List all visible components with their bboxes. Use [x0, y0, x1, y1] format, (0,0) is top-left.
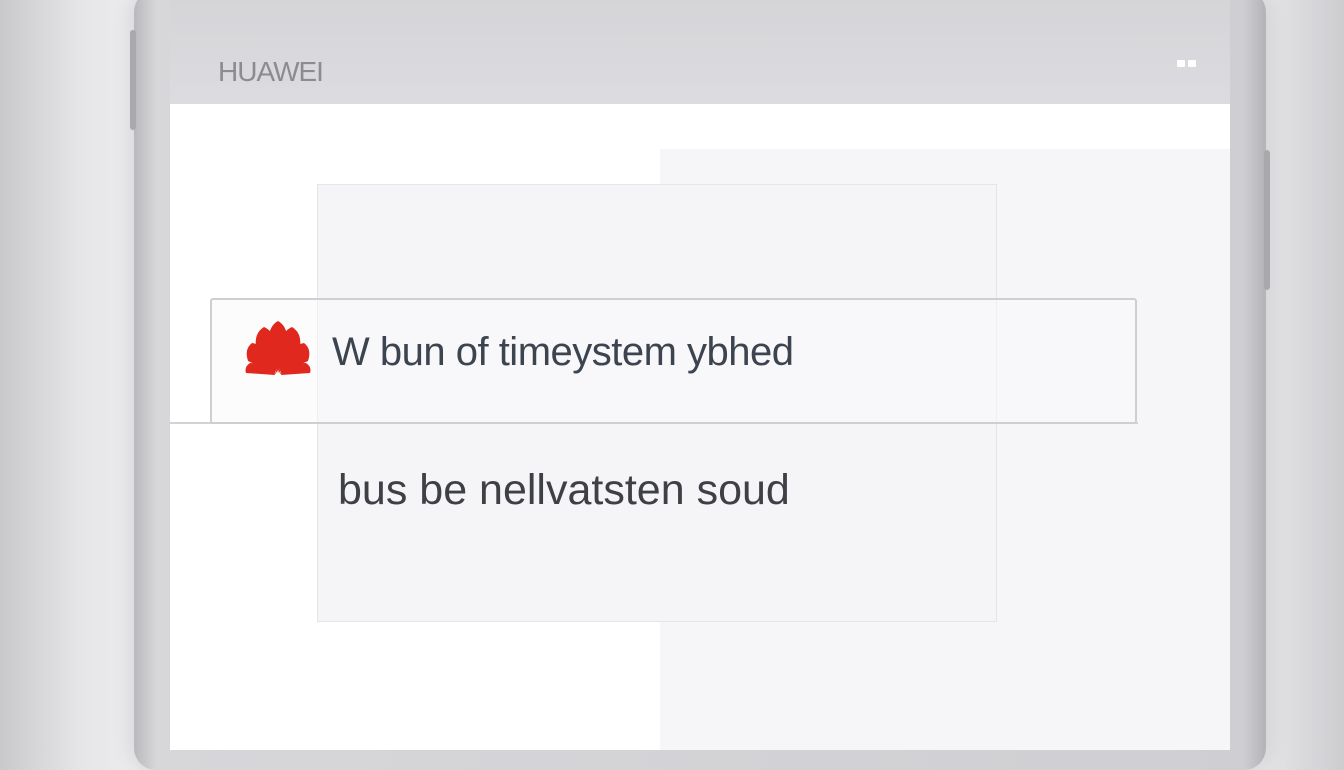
brand-title: HUAWEI: [218, 56, 324, 87]
card-title: W bun of timeystem ybhed: [332, 330, 794, 374]
volume-button: [130, 30, 136, 130]
more-options-icon[interactable]: [1177, 60, 1196, 67]
card-subtitle: bus be nellvatsten soud: [338, 466, 790, 514]
power-button: [1264, 150, 1270, 290]
phone-screen: HUAWEI W bun of timeystem ybhed bus be n…: [170, 0, 1230, 750]
title-card[interactable]: W bun of timeystem ybhed: [210, 298, 1137, 424]
huawei-logo-icon: [245, 321, 311, 375]
top-bar: HUAWEI: [170, 0, 1230, 104]
